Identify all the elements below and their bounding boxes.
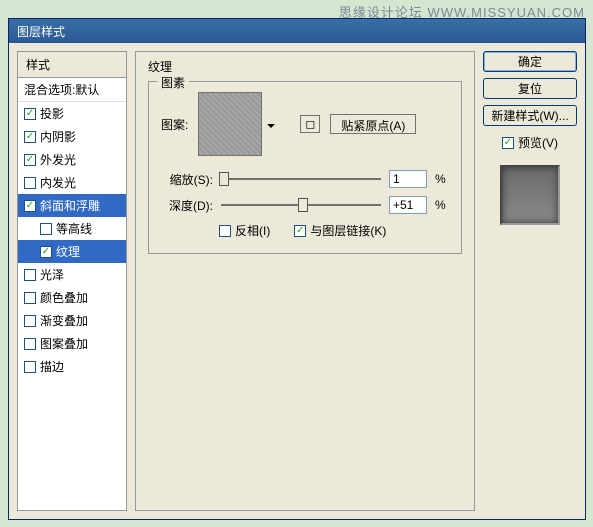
style-item-8[interactable]: ✓ 颜色叠加 [18, 286, 126, 309]
style-item-10[interactable]: ✓ 图案叠加 [18, 332, 126, 355]
style-item-label: 纹理 [56, 243, 80, 260]
dialog-body: 样式 混合选项:默认 ✓投影✓内阴影✓外发光✓内发光✓斜面和浮雕✓等高线✓纹理✓… [9, 43, 585, 519]
checkbox-icon[interactable]: ✓ [40, 223, 52, 235]
style-item-label: 外发光 [40, 151, 76, 168]
style-item-label: 投影 [40, 105, 64, 122]
layer-style-dialog: 图层样式 样式 混合选项:默认 ✓ 投影 ✓ 内阴影 ✓ 外发光 ✓ 内发光 ✓ 斜面和浮雕 ✓ 等高… [8, 18, 586, 520]
checkbox-icon[interactable]: ✓ [24, 108, 36, 120]
checkbox-icon: ✓ [502, 137, 514, 149]
options-row: ✓ 反相(I) ✓ 与图层链接(K) [161, 222, 449, 239]
checkbox-icon[interactable]: ✓ [24, 200, 36, 212]
checkbox-icon[interactable]: ✓ [24, 338, 36, 350]
style-item-7[interactable]: ✓ 光泽 [18, 263, 126, 286]
pattern-fieldset: 图素 图案: ◻ 贴紧原点(A) 缩放(S): [148, 81, 462, 254]
checkbox-icon[interactable]: ✓ [24, 292, 36, 304]
depth-row: 深度(D): % [161, 196, 449, 214]
scale-input[interactable] [389, 170, 427, 188]
pattern-label: 图案: [161, 116, 188, 133]
checkbox-icon[interactable]: ✓ [24, 269, 36, 281]
style-item-1[interactable]: ✓ 内阴影 [18, 125, 126, 148]
new-style-button[interactable]: 新建样式(W)... [483, 105, 577, 126]
blend-label: 混合选项:默认 [24, 81, 99, 98]
scale-label: 缩放(S): [161, 171, 213, 188]
invert-label: 反相(I) [235, 222, 270, 239]
ok-button[interactable]: 确定 [483, 51, 577, 72]
checkbox-icon: ✓ [219, 225, 231, 237]
checkbox-icon: ✓ [294, 225, 306, 237]
style-item-label: 颜色叠加 [40, 289, 88, 306]
new-preset-icon: ◻ [305, 117, 315, 131]
style-item-3[interactable]: ✓ 内发光 [18, 171, 126, 194]
snap-origin-button[interactable]: 贴紧原点(A) [330, 114, 416, 134]
blend-options-item[interactable]: 混合选项:默认 [18, 78, 126, 102]
style-item-label: 斜面和浮雕 [40, 197, 100, 214]
style-item-2[interactable]: ✓ 外发光 [18, 148, 126, 171]
scale-unit: % [435, 172, 449, 186]
style-item-label: 图案叠加 [40, 335, 88, 352]
invert-checkbox[interactable]: ✓ 反相(I) [219, 222, 270, 239]
cancel-button[interactable]: 复位 [483, 78, 577, 99]
depth-label: 深度(D): [161, 197, 213, 214]
checkbox-icon[interactable]: ✓ [24, 131, 36, 143]
pattern-row: 图案: ◻ 贴紧原点(A) [161, 92, 449, 156]
style-item-label: 内阴影 [40, 128, 76, 145]
section-title: 纹理 [148, 58, 462, 75]
titlebar[interactable]: 图层样式 [9, 19, 585, 43]
titlebar-text: 图层样式 [17, 23, 65, 40]
style-item-label: 描边 [40, 358, 64, 375]
style-item-0[interactable]: ✓ 投影 [18, 102, 126, 125]
style-item-5[interactable]: ✓ 等高线 [18, 217, 126, 240]
scale-slider[interactable] [221, 172, 381, 186]
depth-slider[interactable] [221, 198, 381, 212]
checkbox-icon[interactable]: ✓ [24, 315, 36, 327]
new-preset-button[interactable]: ◻ [300, 115, 320, 133]
preview-checkbox[interactable]: ✓ 预览(V) [483, 134, 577, 151]
link-label: 与图层链接(K) [310, 222, 386, 239]
style-item-6[interactable]: ✓ 纹理 [18, 240, 126, 263]
checkbox-icon[interactable]: ✓ [40, 246, 52, 258]
preview-label: 预览(V) [518, 134, 558, 151]
checkbox-icon[interactable]: ✓ [24, 177, 36, 189]
preview-thumbnail [500, 165, 560, 225]
styles-list: 混合选项:默认 ✓投影✓内阴影✓外发光✓内发光✓斜面和浮雕✓等高线✓纹理✓光泽✓… [18, 78, 126, 510]
right-panel: 确定 复位 新建样式(W)... ✓ 预览(V) [483, 51, 577, 511]
styles-header: 样式 [18, 52, 126, 78]
checkbox-icon[interactable]: ✓ [24, 154, 36, 166]
texture-panel: 纹理 图素 图案: ◻ 贴紧原点(A) 缩放(S): [135, 51, 475, 511]
link-checkbox[interactable]: ✓ 与图层链接(K) [294, 222, 386, 239]
depth-unit: % [435, 198, 449, 212]
style-item-label: 光泽 [40, 266, 64, 283]
scale-row: 缩放(S): % [161, 170, 449, 188]
pattern-picker[interactable] [198, 92, 262, 156]
style-item-label: 渐变叠加 [40, 312, 88, 329]
scale-thumb[interactable] [219, 172, 229, 186]
style-item-11[interactable]: ✓ 描边 [18, 355, 126, 378]
fieldset-label: 图素 [157, 74, 189, 91]
style-item-9[interactable]: ✓ 渐变叠加 [18, 309, 126, 332]
depth-input[interactable] [389, 196, 427, 214]
checkbox-icon[interactable]: ✓ [24, 361, 36, 373]
style-item-4[interactable]: ✓ 斜面和浮雕 [18, 194, 126, 217]
style-item-label: 等高线 [56, 220, 92, 237]
depth-thumb[interactable] [298, 198, 308, 212]
style-item-label: 内发光 [40, 174, 76, 191]
styles-panel: 样式 混合选项:默认 ✓投影✓内阴影✓外发光✓内发光✓斜面和浮雕✓等高线✓纹理✓… [17, 51, 127, 511]
